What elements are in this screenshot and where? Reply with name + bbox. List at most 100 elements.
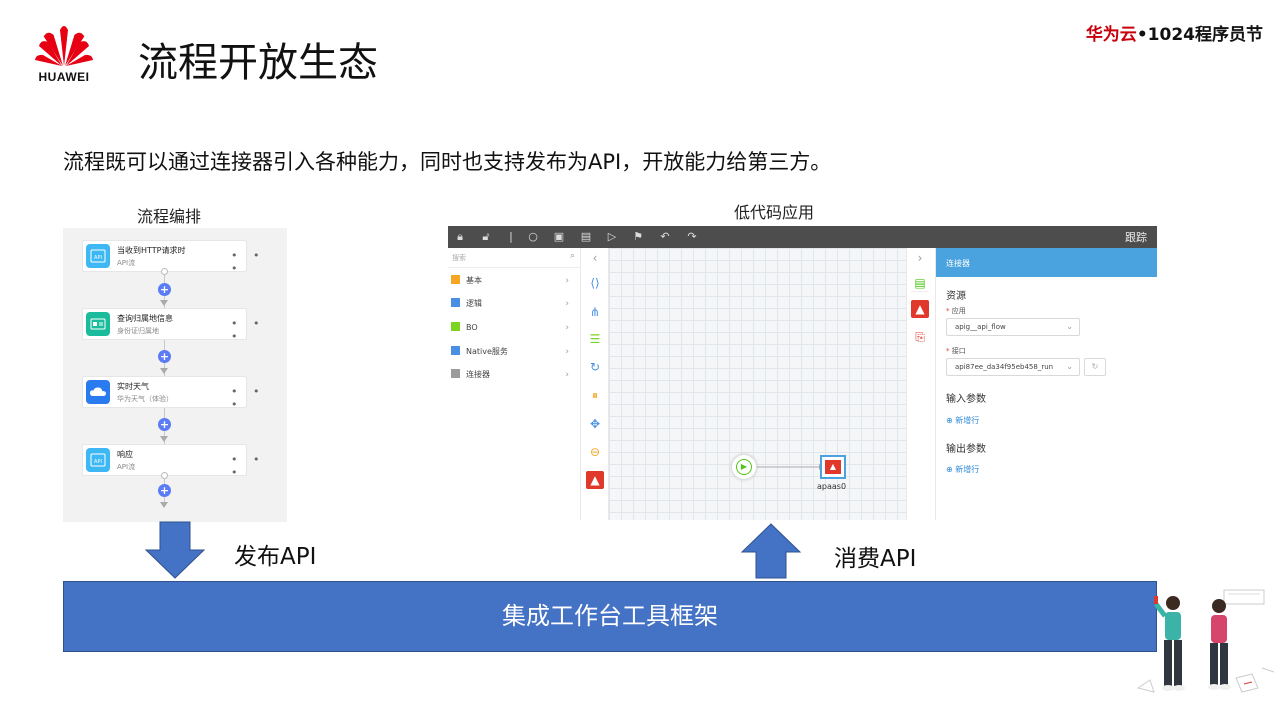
unlock-icon[interactable]: 🔓︎ xyxy=(479,230,493,244)
subtitle: 流程既可以通过连接器引入各种能力，同时也支持发布为API，开放能力给第三方。 xyxy=(63,150,832,174)
palette-item-label: 连接器 xyxy=(466,370,490,379)
bulb-icon[interactable]: ○ xyxy=(526,230,540,244)
more-icon[interactable]: • • • xyxy=(231,317,287,343)
publish-arrow-icon xyxy=(144,521,206,579)
add-output-row-button[interactable]: ⊕ 新增行 xyxy=(946,464,979,475)
lock-icon[interactable]: 🔒︎ xyxy=(453,230,467,244)
huawei-logo: HUAWEI xyxy=(28,20,100,84)
flow-panel: API 当收到HTTP请求时 API流 • • • + 查询归属地信息 身份证归… xyxy=(63,228,287,522)
collapse-left-icon[interactable]: ‹ xyxy=(586,249,604,267)
svg-text:API: API xyxy=(94,255,102,261)
debug-icon[interactable]: ⚑ xyxy=(631,230,645,244)
flow-canvas[interactable]: ▶ ▲ apaas0 xyxy=(609,248,906,520)
lowcode-app: 🔒︎ 🔓︎ | ○ ▣ ▤ ▷ ⚑ ↶ ↷ 跟踪 搜索 ⌕ 基本 › 逻辑 › BO ›… xyxy=(448,226,1157,520)
down-arrow-icon xyxy=(160,300,168,306)
add-step-icon[interactable]: + xyxy=(158,484,171,497)
bo-icon xyxy=(451,322,460,331)
canvas-graphics xyxy=(756,464,824,470)
cursor-icon[interactable]: | xyxy=(504,230,518,244)
script-icon[interactable]: ⟨⟩ xyxy=(586,274,604,292)
more-icon[interactable]: • • • xyxy=(231,385,287,411)
app-select[interactable]: apig__api_flow ⌄ xyxy=(946,318,1080,336)
down-arrow-icon xyxy=(160,502,168,508)
slide: HUAWEI 流程开放生态 华为云•1024程序员节 流程既可以通过连接器引入各… xyxy=(0,0,1281,720)
developers-illustration xyxy=(1136,589,1275,693)
native-service-icon xyxy=(451,346,460,355)
tree-icon[interactable]: ⋔ xyxy=(586,303,604,321)
save-as-icon[interactable]: ▤ xyxy=(579,230,593,244)
palette-search-input[interactable]: 搜索 ⌕ xyxy=(448,248,581,268)
chevron-right-icon: › xyxy=(565,323,569,333)
add-step-icon[interactable]: + xyxy=(158,418,171,431)
api-icon: API xyxy=(86,448,110,472)
down-arrow-icon xyxy=(160,368,168,374)
run-icon[interactable]: ▷ xyxy=(605,230,619,244)
event-title: 华为云•1024程序员节 xyxy=(1086,20,1263,45)
output-params-title: 输出参数 xyxy=(946,444,986,455)
component-palette: 搜索 ⌕ 基本 › 逻辑 › BO › Native服务 › 连接器 › xyxy=(448,248,581,520)
flow-card-weather[interactable]: 实时天气 华为天气（体验） xyxy=(82,376,247,408)
play-icon: ▶ xyxy=(736,459,752,475)
apaas-node[interactable]: ▲ xyxy=(820,455,846,479)
connector-tab-icon[interactable]: ▲ xyxy=(911,300,929,318)
add-input-row-button[interactable]: ⊕ 新增行 xyxy=(946,415,979,426)
redo-icon[interactable]: ↷ xyxy=(685,230,699,244)
undo-icon[interactable]: ↶ xyxy=(658,230,672,244)
save-icon[interactable]: ▣ xyxy=(552,230,566,244)
palette-item-connector[interactable]: 连接器 › xyxy=(451,366,577,384)
palette-item-bo[interactable]: BO › xyxy=(451,319,577,337)
plus-circle-icon: ⊕ xyxy=(946,465,953,474)
connector-dot xyxy=(161,472,168,479)
node-label: apaas0 xyxy=(817,482,847,491)
connector-tool-icon[interactable]: ▲ xyxy=(586,471,604,489)
flow-card-subtitle: API流 xyxy=(117,463,136,471)
plus-circle-icon: ⊕ xyxy=(946,416,953,425)
basic-icon xyxy=(451,275,460,284)
pause-icon[interactable]: ⏸︎ xyxy=(586,386,604,404)
search-icon[interactable]: ⌕ xyxy=(570,251,575,261)
start-node[interactable]: ▶ xyxy=(731,454,757,480)
database-icon[interactable]: ☰ xyxy=(586,330,604,348)
chevron-right-icon: › xyxy=(565,299,569,309)
more-icon[interactable]: • • • xyxy=(231,453,287,479)
api-icon: API xyxy=(86,244,110,268)
api-select[interactable]: api87ee_da34f95eb458_run ⌄ xyxy=(946,358,1080,376)
logo-text: HUAWEI xyxy=(38,70,90,84)
api-select-value: api87ee_da34f95eb458_run xyxy=(955,363,1054,371)
flow-card-subtitle: 华为天气（体验） xyxy=(117,395,173,403)
publish-api-label: 发布API xyxy=(234,544,317,570)
track-button[interactable]: 跟踪 xyxy=(1125,229,1147,245)
flow-caption: 流程编排 xyxy=(137,207,202,226)
flow-card-title: 实时天气 xyxy=(117,382,149,391)
collapse-right-icon[interactable]: › xyxy=(911,249,929,267)
chevron-right-icon: › xyxy=(565,347,569,357)
resource-section-title: 资源 xyxy=(946,291,966,302)
end-icon[interactable]: ⊖ xyxy=(586,443,604,461)
palette-item-basic[interactable]: 基本 › xyxy=(451,272,577,290)
more-icon[interactable]: • • • xyxy=(231,249,287,275)
chevron-down-icon: ⌄ xyxy=(1066,322,1073,331)
cloud-icon xyxy=(86,380,110,404)
palette-item-logic[interactable]: 逻辑 › xyxy=(451,295,577,313)
add-step-icon[interactable]: + xyxy=(158,283,171,296)
page-title: 流程开放生态 xyxy=(138,40,378,86)
flow-card-query-location[interactable]: 查询归属地信息 身份证归属地 xyxy=(82,308,247,340)
tool-strip: ‹ ⟨⟩ ⋔ ☰ ↻ ⏸︎ ✥ ⊖ ▲ xyxy=(582,248,609,520)
properties-icon[interactable]: ▤ xyxy=(911,274,929,292)
consume-arrow-icon xyxy=(740,523,802,579)
relation-icon[interactable]: ⎘ xyxy=(911,328,929,346)
move-icon[interactable]: ✥ xyxy=(586,415,604,433)
svg-text:API: API xyxy=(94,459,102,465)
flow-card-subtitle: 身份证归属地 xyxy=(117,327,159,335)
huawei-petals-icon xyxy=(35,26,93,66)
palette-item-label: BO xyxy=(466,323,478,332)
connector-properties-panel: 连接器 资源 * 应用 apig__api_flow ⌄ * 接口 api87ee… xyxy=(936,248,1157,520)
event-name: •1024程序员节 xyxy=(1136,25,1263,45)
refresh-icon[interactable]: ↻ xyxy=(1084,358,1106,376)
add-step-icon[interactable]: + xyxy=(158,350,171,363)
logic-icon xyxy=(451,298,460,307)
flow-card-title: 查询归属地信息 xyxy=(117,314,173,323)
loop-icon[interactable]: ↻ xyxy=(586,358,604,376)
window-icon xyxy=(1223,589,1265,605)
palette-item-native[interactable]: Native服务 › xyxy=(451,343,577,361)
